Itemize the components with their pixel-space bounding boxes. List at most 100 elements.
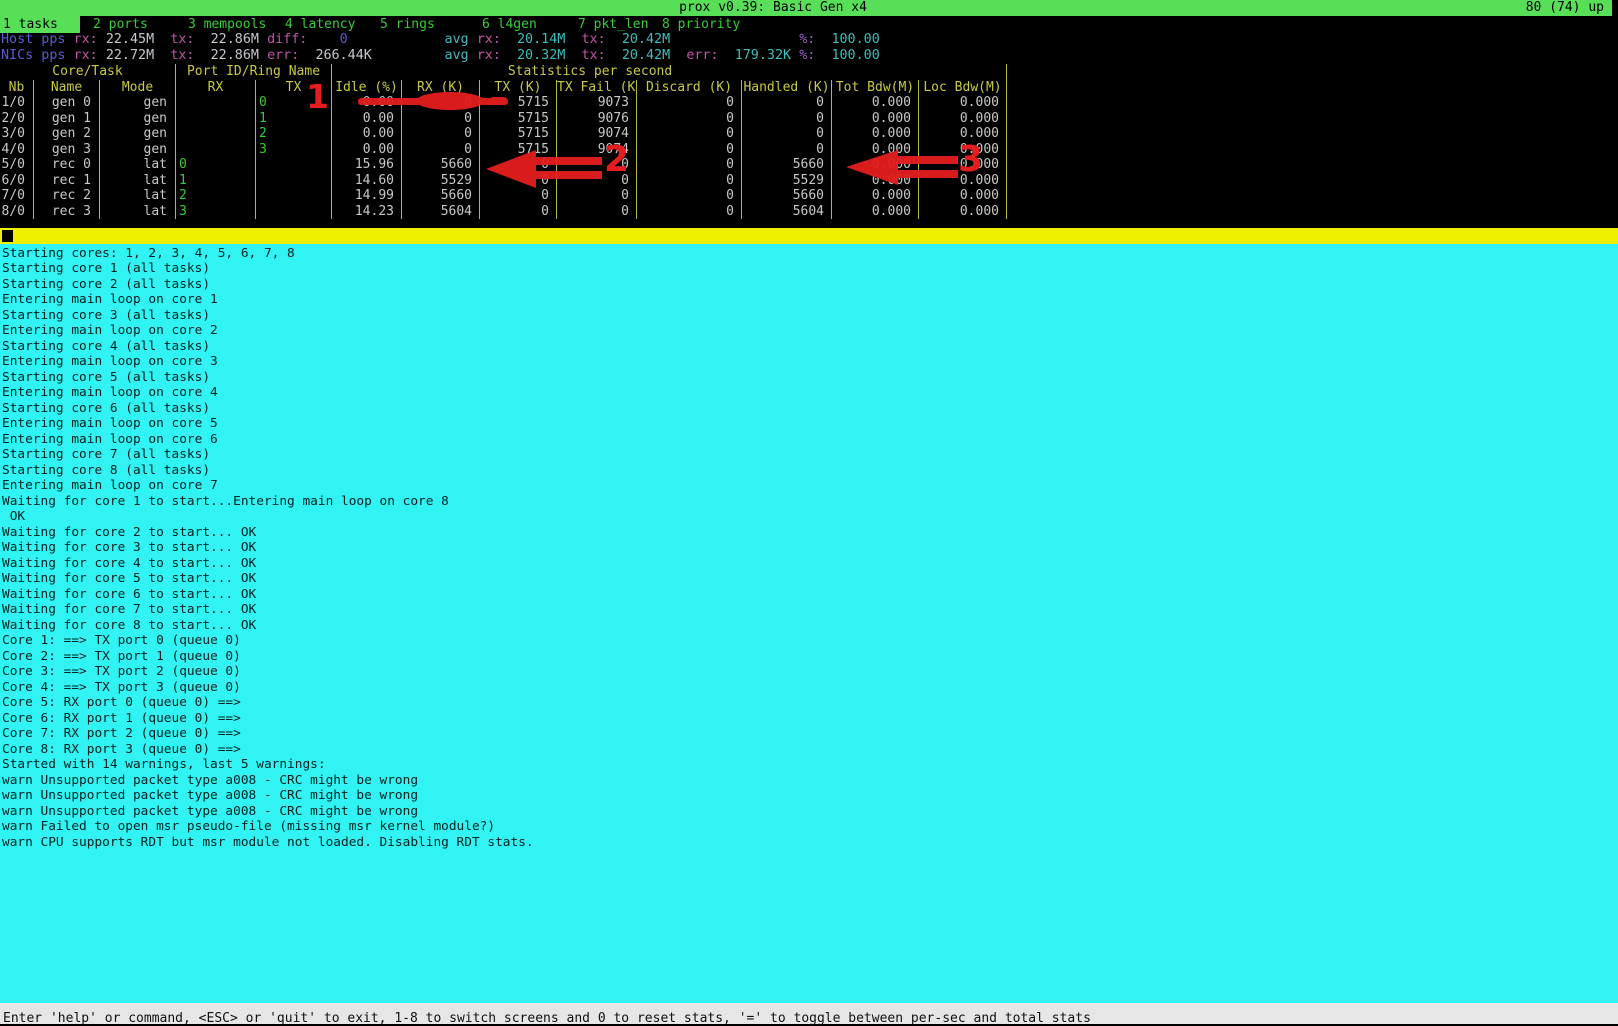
table-cell (176, 111, 256, 127)
text-segment (259, 32, 267, 47)
table-cell: 0 (742, 142, 832, 158)
table-cell: 0 (637, 95, 742, 111)
table-cell: 0 (256, 95, 332, 111)
table-cell: 0 (480, 204, 557, 220)
table-cell: 1 (176, 173, 256, 189)
text-segment: 100.00 (831, 48, 879, 63)
table-row: 6/0rec 1lat114.60552900055290.0000.000 (0, 173, 1007, 189)
table-cell: 0 (402, 111, 480, 127)
table-cell: 0 (637, 126, 742, 142)
table-cell: Discard (K) (637, 80, 742, 96)
table-cell: 0 (402, 126, 480, 142)
tab[interactable]: 6 l4gen (482, 16, 537, 33)
table-cell: 15.96 (332, 157, 402, 173)
text-segment (66, 32, 74, 47)
table-cell: TX (K) (480, 80, 557, 96)
table-cell: 0 (557, 204, 637, 220)
status-bar[interactable]: Enter 'help' or command, <ESC> or 'quit'… (0, 1003, 1618, 1024)
table-cell: 0.000 (832, 204, 919, 220)
table-cell: 0.000 (919, 157, 1007, 173)
log-output: Starting cores: 1, 2, 3, 4, 5, 6, 7, 8St… (0, 244, 1618, 1004)
text-segment (98, 32, 106, 47)
log-line: Entering main loop on core 6 (2, 432, 1618, 448)
log-line: warn Unsupported packet type a008 - CRC … (2, 773, 1618, 789)
log-line: Starting core 2 (all tasks) (2, 277, 1618, 293)
log-line: Starting core 8 (all tasks) (2, 463, 1618, 479)
table-group-header-row: Core/Task Port ID/Ring Name Statistics p… (0, 64, 1007, 80)
table-cell: gen (100, 126, 176, 142)
table-cell: 5529 (402, 173, 480, 189)
table-cell: 3 (256, 142, 332, 158)
tab[interactable]: 7 pkt_len (578, 16, 648, 33)
table-cell: 5715 (480, 111, 557, 127)
text-segment (815, 48, 831, 63)
table-cell: 0 (637, 111, 742, 127)
table-cell: 5/0 (0, 157, 34, 173)
table-cell: 5660 (402, 157, 480, 173)
tab[interactable]: 4 latency (285, 16, 355, 33)
log-line: Waiting for core 4 to start... OK (2, 556, 1618, 572)
text-segment (195, 48, 211, 63)
text-segment: Host pps (1, 32, 66, 47)
table-cell: 0.000 (832, 126, 919, 142)
text-segment (469, 48, 477, 63)
text-segment: 22.45M (106, 32, 154, 47)
table-cell: 0.000 (832, 188, 919, 204)
log-line: Core 1: ==> TX port 0 (queue 0) (2, 633, 1618, 649)
table-cell: 7/0 (0, 188, 34, 204)
table-cell: 5715 (480, 126, 557, 142)
text-segment (348, 32, 445, 47)
table-cell: Handled (K) (742, 80, 832, 96)
tab[interactable]: 3 mempools (188, 16, 266, 33)
tab[interactable]: 2 ports (93, 16, 148, 33)
table-cell: 3 (176, 204, 256, 220)
separator-bar (0, 228, 1618, 244)
log-line: Waiting for core 7 to start... OK (2, 602, 1618, 618)
log-line: Entering main loop on core 5 (2, 416, 1618, 432)
tab[interactable]: 5 rings (380, 16, 435, 33)
text-segment: NICs pps (1, 48, 66, 63)
text-segment: 20.14M (517, 32, 565, 47)
log-line: Starting cores: 1, 2, 3, 4, 5, 6, 7, 8 (2, 246, 1618, 262)
table-cell: 14.60 (332, 173, 402, 189)
table-cell: lat (100, 188, 176, 204)
table-cell: 14.23 (332, 204, 402, 220)
text-segment: 22.72M (106, 48, 154, 63)
text-segment (259, 48, 267, 63)
table-cell: RX (176, 80, 256, 96)
text-segment (565, 32, 581, 47)
table-cell: 5529 (742, 173, 832, 189)
table-cell: 0.000 (832, 111, 919, 127)
prox-terminal: prox v0.39: Basic Gen x4 80 (74) up 1 ta… (0, 0, 1618, 1026)
tab[interactable]: 8 priority (662, 16, 740, 33)
table-cell (256, 204, 332, 220)
table-cell: 2/0 (0, 111, 34, 127)
table-cell: 2 (176, 188, 256, 204)
log-line: Core 3: ==> TX port 2 (queue 0) (2, 664, 1618, 680)
log-line: Starting core 1 (all tasks) (2, 261, 1618, 277)
table-cell: rec 1 (34, 173, 100, 189)
status-help-text: Enter 'help' or command, <ESC> or 'quit'… (3, 1011, 1091, 1026)
text-segment (791, 48, 799, 63)
text-segment: tx: (582, 48, 606, 63)
log-line: Waiting for core 1 to start...Entering m… (2, 494, 1618, 510)
table-cell: 5715 (480, 142, 557, 158)
table-cell (256, 188, 332, 204)
table-cell: 5604 (742, 204, 832, 220)
log-line: Entering main loop on core 2 (2, 323, 1618, 339)
table-cell: 5660 (742, 157, 832, 173)
tab-tasks-active[interactable]: 1 tasks (0, 16, 80, 33)
text-segment: rx: (74, 32, 98, 47)
table-cell: TX (256, 80, 332, 96)
table-cell: 3/0 (0, 126, 34, 142)
table-cell: 0 (637, 173, 742, 189)
text-segment: 266.44K (315, 48, 371, 63)
table-cell: 0.00 (332, 142, 402, 158)
table-row: NbNameModeRXTXIdle (%)RX (K)TX (K)TX Fai… (0, 80, 1007, 96)
nics-pps-line: NICs pps rx: 22.72M tx: 22.86M err: 266.… (1, 48, 880, 64)
table-cell: 0 (637, 188, 742, 204)
log-line: Started with 14 warnings, last 5 warning… (2, 757, 1618, 773)
text-segment: 22.86M (211, 48, 259, 63)
table-cell (176, 142, 256, 158)
table-column-header-row: NbNameModeRXTXIdle (%)RX (K)TX (K)TX Fai… (0, 80, 1007, 96)
